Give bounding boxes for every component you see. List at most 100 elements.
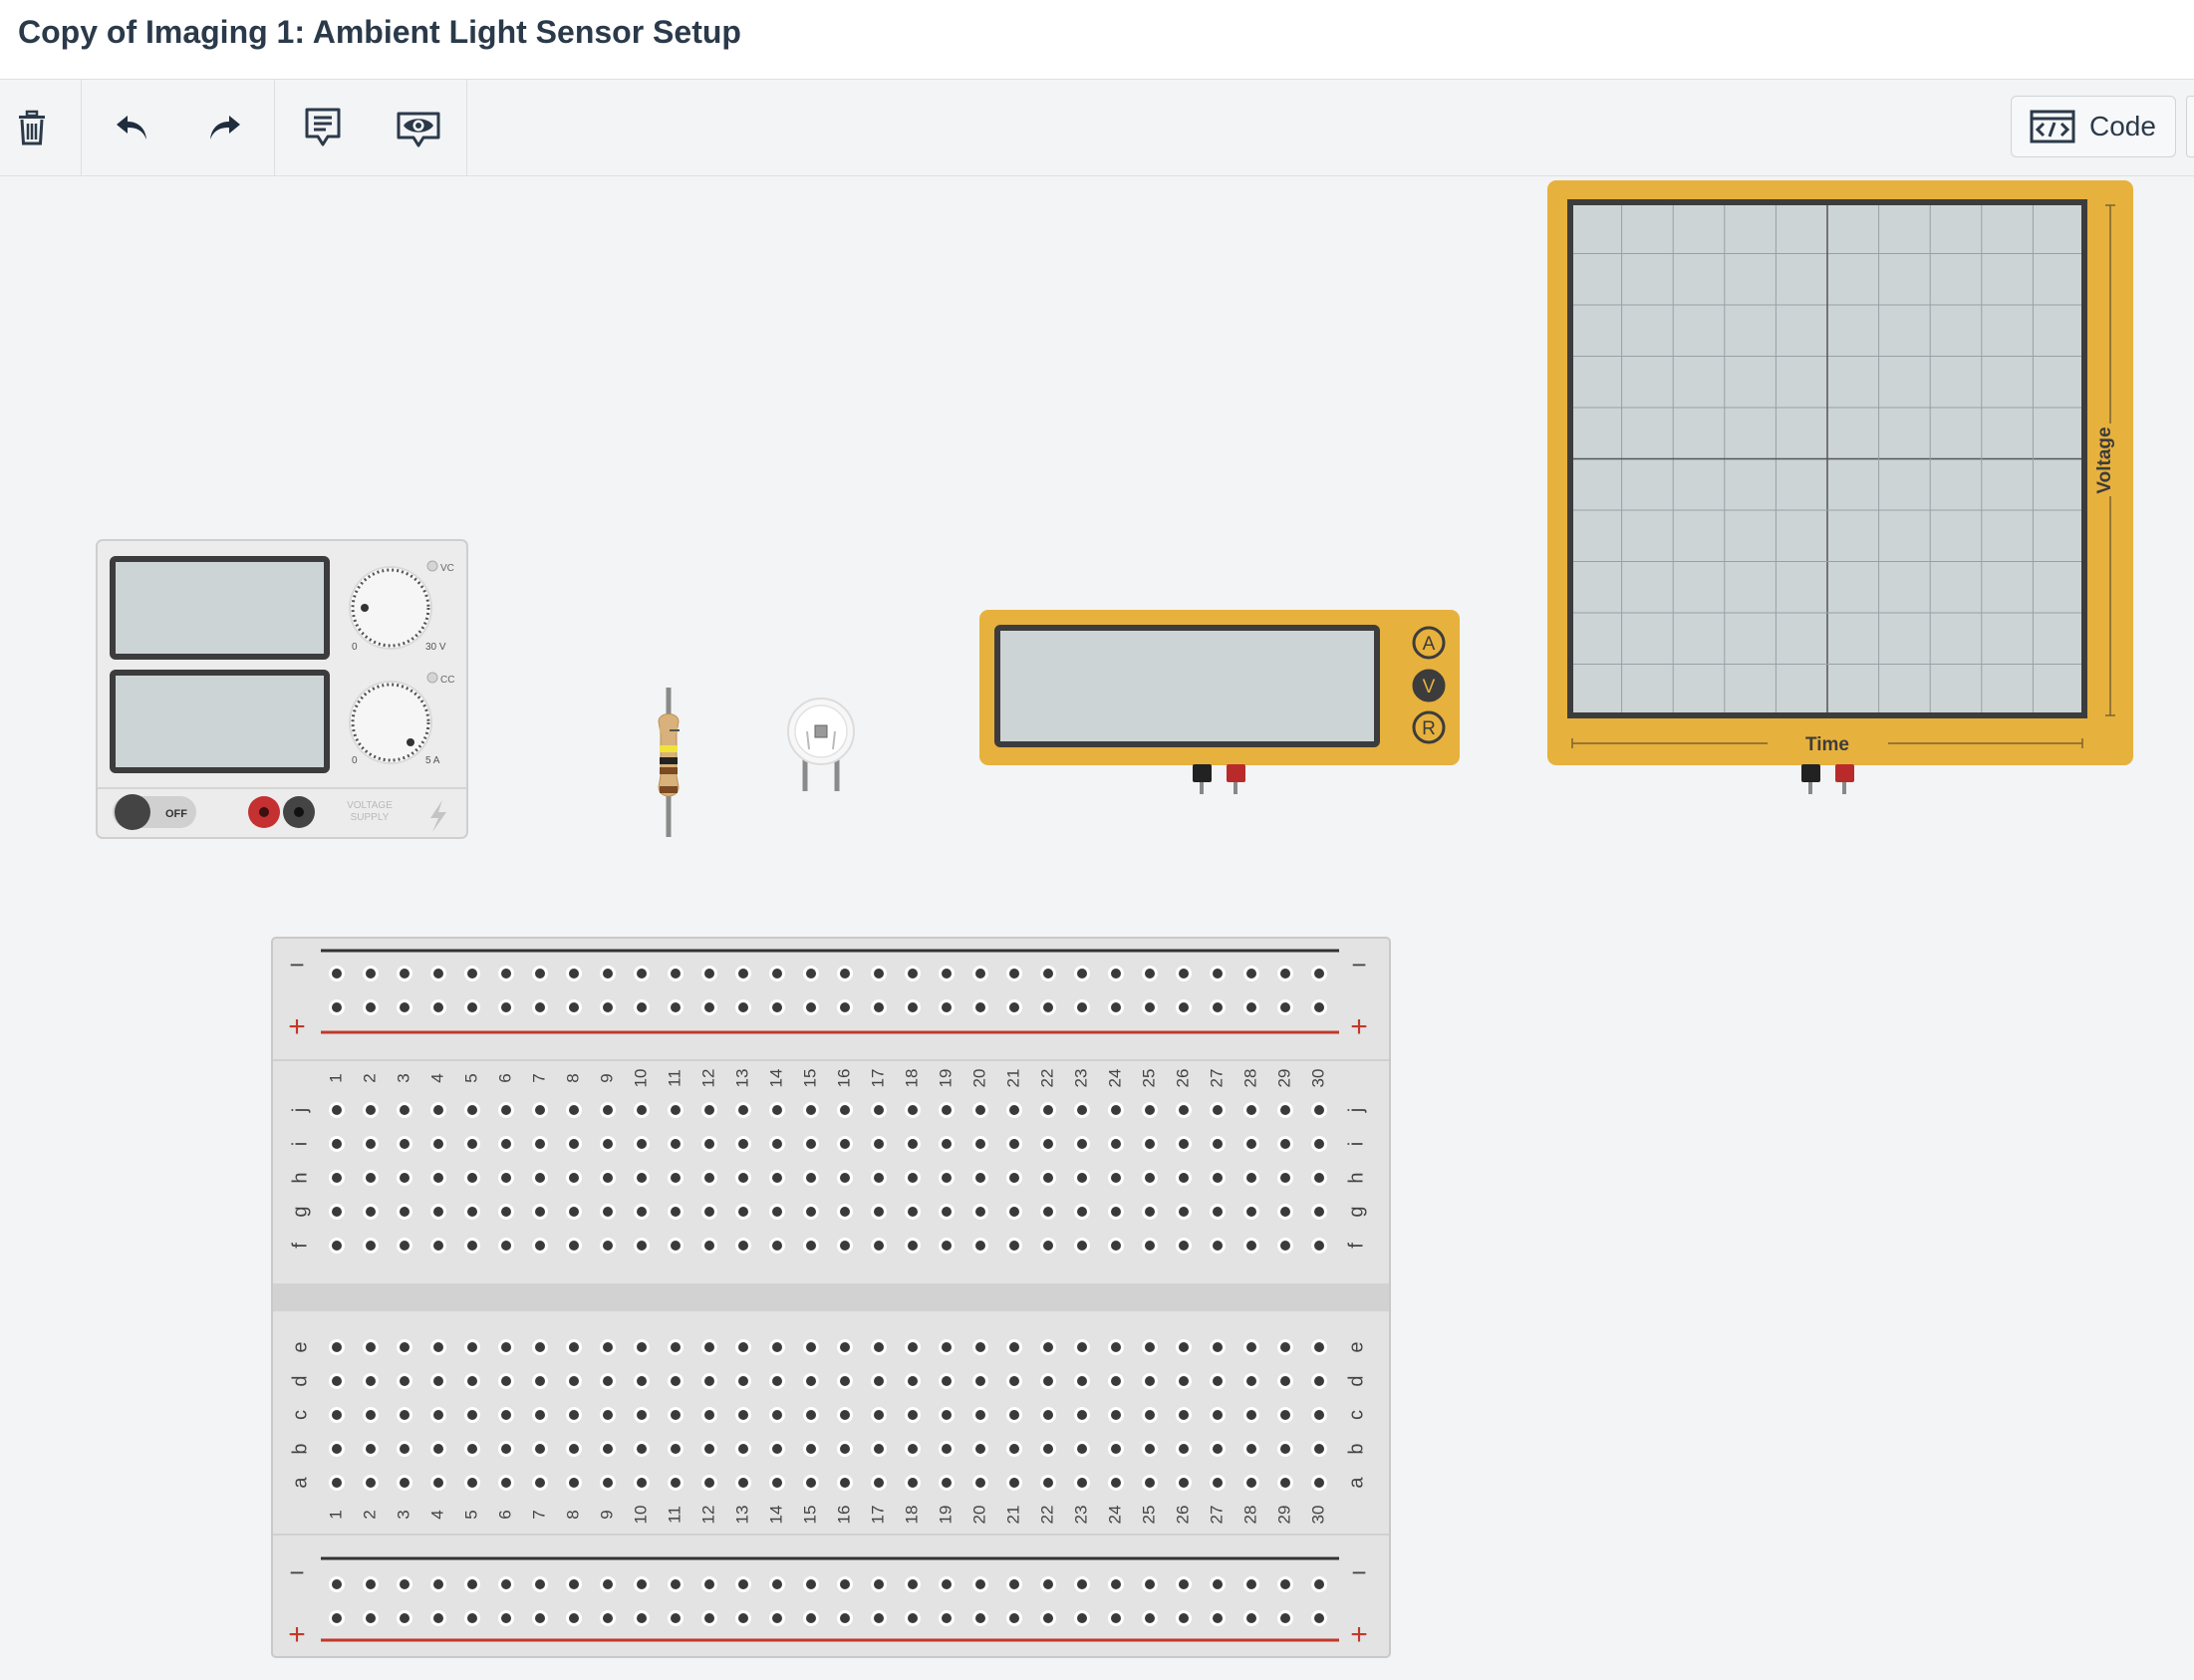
- rail-hole[interactable]: [668, 1610, 684, 1626]
- terminal-hole[interactable]: [972, 1339, 988, 1355]
- terminal-hole[interactable]: [837, 1204, 853, 1220]
- terminal-hole[interactable]: [735, 1441, 751, 1457]
- terminal-hole[interactable]: [397, 1136, 412, 1152]
- terminal-hole[interactable]: [363, 1204, 379, 1220]
- terminal-hole[interactable]: [600, 1238, 616, 1254]
- terminal-hole[interactable]: [634, 1204, 650, 1220]
- rail-hole[interactable]: [634, 999, 650, 1015]
- terminal-hole[interactable]: [939, 1475, 955, 1491]
- rail-hole[interactable]: [1040, 1576, 1056, 1592]
- terminal-hole[interactable]: [363, 1407, 379, 1423]
- terminal-hole[interactable]: [905, 1475, 921, 1491]
- terminal-hole[interactable]: [600, 1170, 616, 1186]
- terminal-hole[interactable]: [363, 1136, 379, 1152]
- terminal-hole[interactable]: [803, 1204, 819, 1220]
- terminal-hole[interactable]: [566, 1170, 582, 1186]
- terminal-hole[interactable]: [430, 1102, 446, 1118]
- terminal-hole[interactable]: [905, 1170, 921, 1186]
- rail-hole[interactable]: [939, 1610, 955, 1626]
- terminal-hole[interactable]: [1074, 1170, 1090, 1186]
- terminal-hole[interactable]: [566, 1407, 582, 1423]
- terminal-hole[interactable]: [1142, 1204, 1158, 1220]
- rail-hole[interactable]: [634, 966, 650, 981]
- undo-button[interactable]: [100, 80, 163, 175]
- terminal-hole[interactable]: [1040, 1373, 1056, 1389]
- terminal-hole[interactable]: [769, 1238, 785, 1254]
- terminal-hole[interactable]: [1210, 1373, 1226, 1389]
- terminal-hole[interactable]: [634, 1441, 650, 1457]
- oscilloscope-red-probe[interactable]: [1835, 764, 1854, 794]
- rail-hole[interactable]: [735, 1576, 751, 1592]
- terminal-hole[interactable]: [498, 1407, 514, 1423]
- rail-hole[interactable]: [464, 999, 480, 1015]
- terminal-hole[interactable]: [1142, 1238, 1158, 1254]
- terminal-hole[interactable]: [397, 1238, 412, 1254]
- terminal-hole[interactable]: [837, 1136, 853, 1152]
- terminal-hole[interactable]: [1006, 1136, 1022, 1152]
- rail-hole[interactable]: [837, 999, 853, 1015]
- rail-hole[interactable]: [1243, 1610, 1259, 1626]
- terminal-hole[interactable]: [498, 1136, 514, 1152]
- terminal-hole[interactable]: [668, 1475, 684, 1491]
- terminal-hole[interactable]: [1311, 1102, 1327, 1118]
- terminal-hole[interactable]: [668, 1441, 684, 1457]
- terminal-hole[interactable]: [668, 1407, 684, 1423]
- terminal-hole[interactable]: [735, 1136, 751, 1152]
- terminal-hole[interactable]: [1210, 1102, 1226, 1118]
- terminal-hole[interactable]: [1006, 1339, 1022, 1355]
- terminal-hole[interactable]: [735, 1373, 751, 1389]
- terminal-hole[interactable]: [871, 1238, 887, 1254]
- terminal-hole[interactable]: [430, 1170, 446, 1186]
- terminal-hole[interactable]: [634, 1475, 650, 1491]
- terminal-hole[interactable]: [939, 1204, 955, 1220]
- terminal-hole[interactable]: [1108, 1102, 1124, 1118]
- terminal-hole[interactable]: [939, 1136, 955, 1152]
- rail-hole[interactable]: [1176, 966, 1192, 981]
- rail-hole[interactable]: [1311, 1610, 1327, 1626]
- terminal-hole[interactable]: [600, 1102, 616, 1118]
- terminal-hole[interactable]: [939, 1238, 955, 1254]
- rail-hole[interactable]: [566, 999, 582, 1015]
- terminal-hole[interactable]: [701, 1102, 717, 1118]
- rail-hole[interactable]: [430, 1576, 446, 1592]
- terminal-hole[interactable]: [668, 1238, 684, 1254]
- terminal-hole[interactable]: [1277, 1441, 1293, 1457]
- terminal-hole[interactable]: [701, 1373, 717, 1389]
- terminal-hole[interactable]: [363, 1170, 379, 1186]
- rail-hole[interactable]: [769, 1576, 785, 1592]
- terminal-hole[interactable]: [769, 1441, 785, 1457]
- terminal-hole[interactable]: [498, 1102, 514, 1118]
- terminal-hole[interactable]: [532, 1339, 548, 1355]
- rail-hole[interactable]: [498, 999, 514, 1015]
- terminal-hole[interactable]: [905, 1407, 921, 1423]
- rail-hole[interactable]: [1277, 1610, 1293, 1626]
- terminal-hole[interactable]: [329, 1136, 345, 1152]
- terminal-hole[interactable]: [769, 1136, 785, 1152]
- terminal-hole[interactable]: [1040, 1136, 1056, 1152]
- terminal-hole[interactable]: [701, 1204, 717, 1220]
- rail-hole[interactable]: [668, 966, 684, 981]
- terminal-hole[interactable]: [837, 1407, 853, 1423]
- rail-hole[interactable]: [803, 1576, 819, 1592]
- terminal-hole[interactable]: [871, 1204, 887, 1220]
- terminal-hole[interactable]: [1176, 1204, 1192, 1220]
- rail-hole[interactable]: [1006, 1610, 1022, 1626]
- terminal-hole[interactable]: [634, 1339, 650, 1355]
- terminal-hole[interactable]: [1176, 1238, 1192, 1254]
- terminal-hole[interactable]: [1074, 1373, 1090, 1389]
- breadboard[interactable]: − −+ +− −+ +j ji ih hg gf fe ed dc cb ba a1 2 3 4 5 6 7 8 9 10 1…: [271, 937, 1391, 1658]
- terminal-hole[interactable]: [1176, 1407, 1192, 1423]
- multimeter[interactable]: A V R: [978, 609, 1461, 798]
- terminal-hole[interactable]: [1243, 1204, 1259, 1220]
- terminal-hole[interactable]: [701, 1339, 717, 1355]
- rail-hole[interactable]: [498, 1576, 514, 1592]
- terminal-hole[interactable]: [1142, 1136, 1158, 1152]
- terminal-hole[interactable]: [464, 1441, 480, 1457]
- terminal-hole[interactable]: [905, 1373, 921, 1389]
- terminal-hole[interactable]: [600, 1373, 616, 1389]
- terminal-hole[interactable]: [363, 1339, 379, 1355]
- terminal-hole[interactable]: [1040, 1407, 1056, 1423]
- terminal-hole[interactable]: [972, 1373, 988, 1389]
- terminal-hole[interactable]: [329, 1238, 345, 1254]
- terminal-hole[interactable]: [1108, 1475, 1124, 1491]
